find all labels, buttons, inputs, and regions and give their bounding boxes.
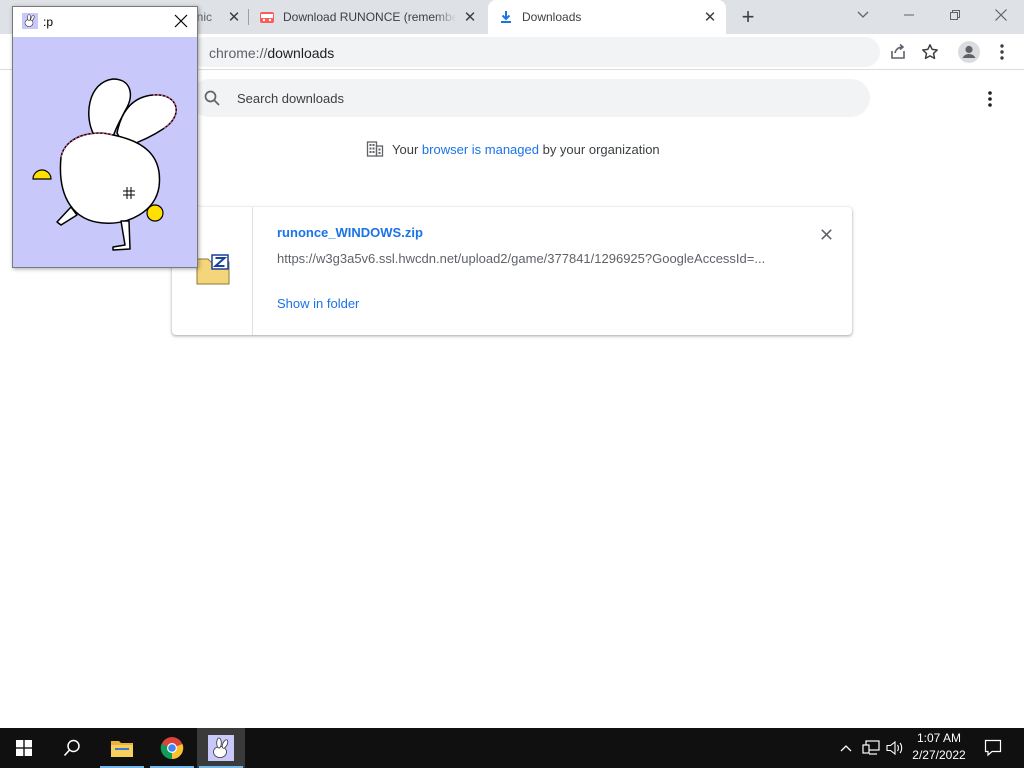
tab-partial[interactable]: anic ✕ [190,0,248,34]
downloads-more-actions-button[interactable] [978,87,1002,111]
download-item: runonce_WINDOWS.zip https://w3g3a5v6.ssl… [172,207,852,335]
volume-icon [886,740,903,756]
show-hidden-icons-button[interactable] [836,728,856,768]
chrome-menu-button[interactable] [990,40,1014,64]
file-name-link[interactable]: runonce_WINDOWS.zip [277,225,423,240]
more-vert-icon [988,91,992,107]
bunny-illustration [32,78,177,251]
bookmark-button[interactable] [918,40,942,64]
network-icon [862,740,880,755]
start-button[interactable] [0,728,48,768]
minimize-icon [904,14,914,16]
taskbar-clock[interactable]: 1:07 AM 2/27/2022 [906,730,972,766]
profile-icon [958,41,980,63]
managed-link[interactable]: browser is managed [422,142,539,157]
managed-suffix: by your organization [542,141,660,157]
network-button[interactable] [860,728,882,768]
download-icon [501,11,511,23]
search-icon [204,90,220,106]
windows-logo-icon [16,740,32,756]
tab-runonce[interactable]: Download RUNONCE (remembe ✕ [250,0,486,34]
restore-button[interactable] [932,0,978,30]
screen: anic ✕ Download RUNONCE (remembe ✕ Downl… [0,0,1024,768]
tab-search-button[interactable] [840,0,886,30]
tab-close-button[interactable]: ✕ [226,9,242,25]
new-tab-button[interactable]: + [736,5,760,29]
popup-canvas[interactable] [13,37,197,267]
chevron-up-icon [840,745,852,752]
search-placeholder: Search downloads [237,91,344,106]
url-scheme: chrome:// [209,45,268,61]
tab-title: Downloads [522,10,582,24]
restore-icon [950,10,960,20]
downloads-search[interactable]: Search downloads [190,79,870,117]
close-icon[interactable] [173,13,189,29]
taskbar-file-explorer[interactable] [98,728,146,768]
taskbar-chrome[interactable] [148,728,196,768]
tab-close-button[interactable]: ✕ [462,9,478,25]
address-url: chrome://downloads [209,45,334,61]
popup-titlebar[interactable]: :p [13,7,197,37]
clock-time: 1:07 AM [916,731,962,745]
bunny-icon [208,735,234,761]
close-window-button[interactable] [978,0,1024,30]
popup-window: :p [12,6,198,268]
address-bar[interactable]: chrome://downloads [190,37,880,67]
share-button[interactable] [886,40,910,64]
tab-title: Download RUNONCE (remembe [283,10,456,24]
card-divider [252,207,253,335]
close-icon [995,9,1007,21]
show-in-folder-link[interactable]: Show in folder [277,296,359,311]
popup-title: :p [43,15,54,29]
chrome-icon [160,737,184,760]
url-path: downloads [267,45,335,61]
minimize-button[interactable] [886,0,932,30]
building-icon [366,141,384,157]
managed-prefix: Your [392,141,419,157]
tab-separator [248,9,249,25]
bunny-icon [22,13,38,29]
managed-notice: Your browser is managed by your organiza… [366,140,660,158]
menu-icon [1000,44,1004,60]
itch-favicon-icon [260,12,274,23]
star-icon [922,44,938,60]
tab-close-button[interactable]: ✕ [702,9,718,25]
share-icon [891,43,905,59]
tab-downloads[interactable]: Downloads ✕ [488,0,726,34]
file-source-url[interactable]: https://w3g3a5v6.ssl.hwcdn.net/upload2/g… [277,251,777,266]
profile-button[interactable] [957,40,981,64]
file-explorer-icon [111,741,133,757]
volume-button[interactable] [884,728,906,768]
close-icon [820,228,832,240]
taskbar-runonce-app[interactable] [197,728,245,768]
remove-download-button[interactable] [816,224,836,244]
search-icon [63,739,80,757]
action-center-button[interactable] [978,728,1008,768]
clock-date: 2/27/2022 [912,748,966,762]
zip-file-icon [196,254,230,285]
notification-icon [984,739,1002,757]
chevron-down-icon [857,11,869,18]
taskbar-search-button[interactable] [48,728,96,768]
